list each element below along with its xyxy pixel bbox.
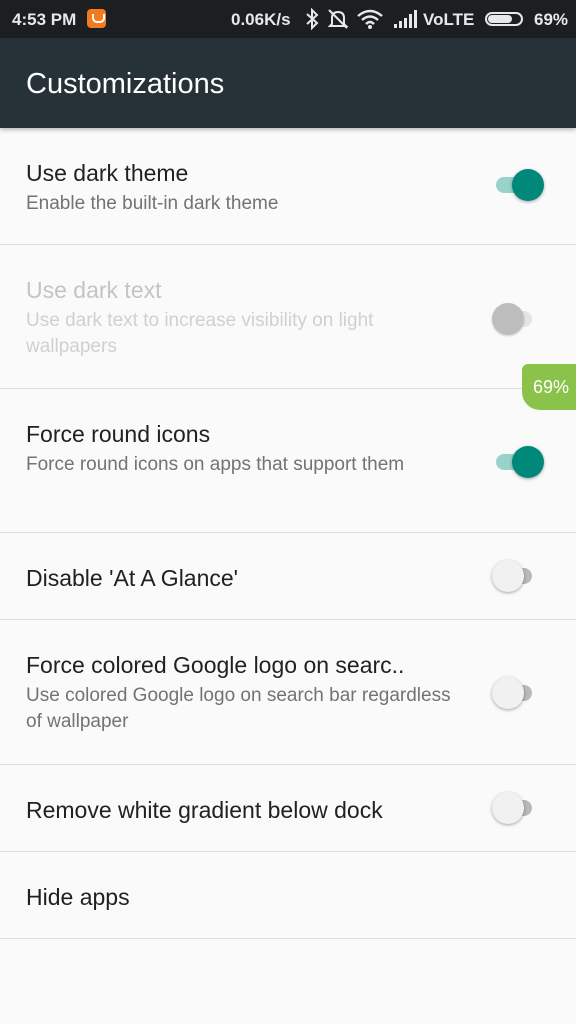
setting-title: Hide apps — [26, 884, 130, 910]
battery-icon — [485, 12, 523, 26]
white-gradient-switch[interactable] — [492, 790, 544, 826]
network-type: VoLTE — [423, 10, 475, 29]
wifi-icon — [357, 9, 383, 29]
dark-text-switch — [492, 301, 544, 337]
setting-remove-white-gradient[interactable]: Remove white gradient below dock — [0, 765, 576, 852]
notification-app-icon — [87, 9, 106, 28]
page-title: Customizations — [26, 68, 225, 100]
setting-use-dark-text: Use dark text Use dark text to increase … — [0, 245, 576, 389]
app-bar: Customizations — [0, 38, 576, 128]
dark-theme-switch[interactable] — [492, 167, 544, 203]
setting-title: Disable 'At A Glance' — [26, 565, 239, 591]
setting-summary: Enable the built-in dark theme — [26, 193, 279, 214]
signal-icon — [394, 10, 417, 28]
setting-force-round-icons[interactable]: Force round icons Force round icons on a… — [0, 389, 576, 533]
setting-title: Use dark text — [26, 277, 162, 303]
setting-disable-at-a-glance[interactable]: Disable 'At A Glance' — [0, 533, 576, 620]
status-bar: 4:53 PM 0.06K/s VoLTE 69% — [0, 0, 576, 38]
setting-force-colored-google-logo[interactable]: Force colored Google logo on searc.. Use… — [0, 620, 576, 765]
setting-summary: Use dark text to increase visibility on … — [26, 310, 374, 357]
at-a-glance-switch[interactable] — [492, 558, 544, 594]
network-speed: 0.06K/s — [231, 10, 291, 29]
switch-thumb — [492, 792, 524, 824]
colored-google-logo-switch[interactable] — [492, 675, 544, 711]
switch-thumb — [492, 560, 524, 592]
switch-thumb — [512, 446, 544, 478]
alarm-off-icon — [327, 9, 349, 29]
bluetooth-icon — [306, 7, 319, 31]
switch-thumb — [512, 169, 544, 201]
switch-thumb — [492, 303, 524, 335]
setting-use-dark-theme[interactable]: Use dark theme Enable the built-in dark … — [0, 128, 576, 245]
setting-title: Use dark theme — [26, 160, 189, 186]
setting-title: Remove white gradient below dock — [26, 797, 383, 823]
setting-hide-apps[interactable]: Hide apps — [0, 852, 576, 939]
status-time: 4:53 PM — [12, 10, 77, 29]
setting-title: Force round icons — [26, 421, 211, 447]
setting-summary: Use colored Google logo on search bar re… — [26, 685, 451, 732]
battery-overlay-badge[interactable]: 69% — [522, 364, 576, 410]
setting-title: Force colored Google logo on searc.. — [26, 652, 405, 678]
battery-percent: 69% — [534, 10, 569, 29]
round-icons-switch[interactable] — [492, 444, 544, 480]
switch-thumb — [492, 677, 524, 709]
setting-summary: Force round icons on apps that support t… — [26, 454, 405, 475]
